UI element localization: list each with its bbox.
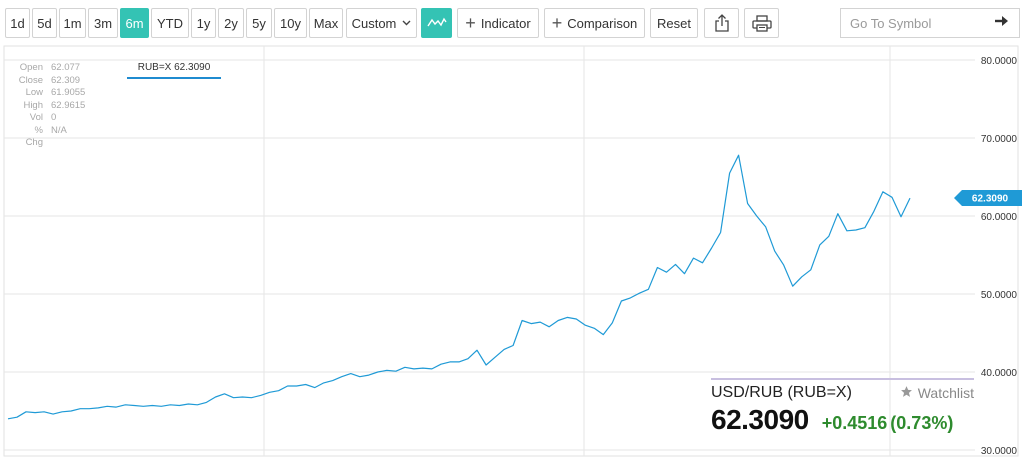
ohlc-row: Low 61.9055	[18, 87, 86, 100]
ohlc-value: 62.309	[51, 74, 81, 86]
symbol-title: USD/RUB (RUB=X)	[711, 384, 852, 401]
ohlc-value: 61.9055	[51, 87, 86, 98]
y-tick-label: 80.0000	[981, 56, 1018, 67]
ohlc-row: Close 62.309	[18, 75, 85, 88]
chart-app: 1d 5d 1m 3m 6m YTD 1y 2y 5y 10y Max Custom + Indic…	[0, 0, 1024, 457]
ohlc-label: Close	[18, 74, 43, 86]
ohlc-label: High	[23, 99, 43, 111]
y-tick-label: 40.0000	[981, 368, 1018, 379]
ohlc-label: Vol	[29, 112, 43, 123]
ohlc-row: Vol 0	[18, 112, 85, 125]
ohlc-value: 62.077	[51, 62, 81, 73]
y-tick-label: 60.0000	[981, 212, 1018, 223]
ohlc-row: % Chg N/A	[18, 125, 85, 150]
last-price: 62.3090	[711, 404, 809, 435]
ohlc-value: 0	[51, 112, 57, 123]
ohlc-label: % Chg	[25, 124, 43, 149]
last-price-tag-label: 62.3090	[972, 194, 1009, 205]
star-icon	[900, 385, 918, 401]
ohlc-label: Low	[25, 87, 43, 98]
ohlc-value: 62.9615	[51, 99, 86, 111]
price-change: +0.4516	[821, 413, 888, 433]
ohlc-row: High 62.9615	[18, 100, 85, 113]
ohlc-value: N/A	[51, 124, 67, 136]
ohlc-readout: Open 62.077 Close 62.309 Low 61.9055 High 62.96…	[18, 62, 86, 150]
ohlc-label: Open	[19, 62, 43, 73]
watchlist-button[interactable]: Watchlist	[900, 385, 974, 401]
y-tick-label: 50.0000	[981, 290, 1018, 301]
series-legend-tag: RUB=X 62.3090	[127, 60, 221, 79]
watchlist-label: Watchlist	[917, 385, 974, 401]
y-tick-label: 70.0000	[981, 134, 1018, 145]
quote-panel: USD/RUB (RUB=X) Watchlist 62.3090 +0.451…	[711, 378, 974, 436]
y-tick-label: 30.0000	[981, 446, 1018, 457]
price-change-percent: (0.73%)	[890, 413, 954, 433]
ohlc-row: Open 62.077	[18, 62, 85, 75]
